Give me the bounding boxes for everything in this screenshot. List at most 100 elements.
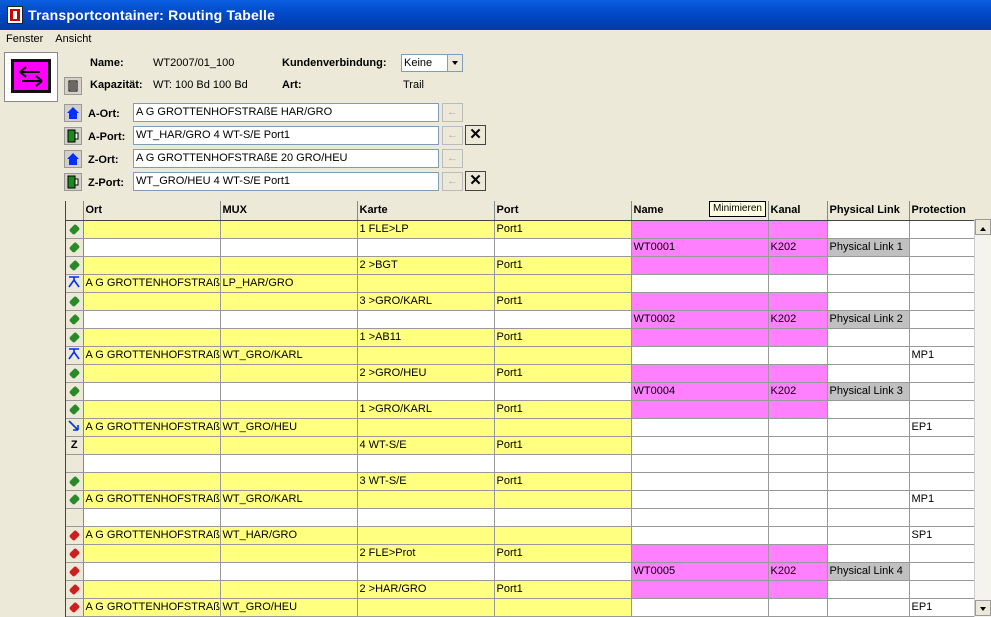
cell-mux[interactable] <box>220 220 358 239</box>
row-type-icon-cell[interactable] <box>66 508 84 527</box>
cell-mux[interactable] <box>220 400 358 419</box>
row-type-icon-cell[interactable] <box>66 256 84 275</box>
table-row[interactable]: A G GROTTENHOFSTRAß WT_GRO/HEU EP1 <box>66 418 974 437</box>
cell-mux[interactable]: WT_GRO/HEU <box>220 418 358 437</box>
cell-ort[interactable]: A G GROTTENHOFSTRAß <box>83 598 221 617</box>
cell-port[interactable]: Port1 <box>494 544 632 563</box>
cell-physical-link[interactable] <box>827 292 910 311</box>
cell-kanal[interactable] <box>768 256 828 275</box>
cell-physical-link[interactable] <box>827 274 910 293</box>
cell-name[interactable] <box>631 274 769 293</box>
cell-karte[interactable]: 1 FLE>LP <box>357 220 495 239</box>
table-row[interactable]: 2 >HAR/GRO Port1 <box>66 580 974 599</box>
cell-physical-link[interactable]: Physical Link 2 <box>827 310 910 329</box>
a-port-delete-button[interactable]: ✕ <box>465 125 486 145</box>
cell-kanal[interactable] <box>768 418 828 437</box>
cell-kanal[interactable] <box>768 220 828 239</box>
row-type-icon-cell[interactable]: Z <box>66 436 84 455</box>
cell-karte[interactable] <box>357 418 495 437</box>
chevron-down-icon[interactable] <box>447 55 462 71</box>
cell-mux[interactable] <box>220 328 358 347</box>
cell-karte[interactable] <box>357 508 495 527</box>
scroll-up-button[interactable] <box>975 219 991 235</box>
cell-ort[interactable] <box>83 238 221 257</box>
cell-kanal[interactable] <box>768 598 828 617</box>
cell-ort[interactable] <box>83 310 221 329</box>
z-port-delete-button[interactable]: ✕ <box>465 171 486 191</box>
table-row[interactable]: 2 >BGT Port1 <box>66 256 974 275</box>
cell-name[interactable] <box>631 346 769 365</box>
cell-physical-link[interactable]: Physical Link 1 <box>827 238 910 257</box>
cell-ort[interactable] <box>83 292 221 311</box>
cell-kanal[interactable] <box>768 346 828 365</box>
cell-mux[interactable] <box>220 508 358 527</box>
cell-port[interactable]: Port1 <box>494 256 632 275</box>
cell-physical-link[interactable] <box>827 400 910 419</box>
cell-protection[interactable] <box>909 544 974 563</box>
z-ort-arrow-button[interactable]: ← <box>442 149 463 168</box>
cell-ort[interactable] <box>83 400 221 419</box>
cell-karte[interactable]: 1 >GRO/KARL <box>357 400 495 419</box>
cell-physical-link[interactable] <box>827 454 910 473</box>
cell-protection[interactable] <box>909 256 974 275</box>
cell-port[interactable] <box>494 562 632 581</box>
table-row[interactable]: A G GROTTENHOFSTRAß LP_HAR/GRO <box>66 274 974 293</box>
z-ort-field[interactable]: A G GROTTENHOFSTRAßE 20 GRO/HEU <box>133 149 439 168</box>
cell-protection[interactable] <box>909 580 974 599</box>
cell-kanal[interactable] <box>768 292 828 311</box>
table-row[interactable]: A G GROTTENHOFSTRAß WT_GRO/KARL MP1 <box>66 346 974 365</box>
cell-kanal[interactable] <box>768 364 828 383</box>
column-header-port[interactable]: Port <box>494 201 632 221</box>
row-type-icon-cell[interactable] <box>66 328 84 347</box>
cell-physical-link[interactable] <box>827 364 910 383</box>
cell-karte[interactable]: 4 WT-S/E <box>357 436 495 455</box>
cell-physical-link[interactable] <box>827 328 910 347</box>
scroll-down-button[interactable] <box>975 600 991 616</box>
cell-ort[interactable]: A G GROTTENHOFSTRAß <box>83 274 221 293</box>
table-row[interactable]: WT0005 K202 Physical Link 4 <box>66 562 974 581</box>
cell-name[interactable]: WT0005 <box>631 562 769 581</box>
cell-name[interactable]: WT0001 <box>631 238 769 257</box>
cell-mux[interactable] <box>220 544 358 563</box>
a-port-arrow-button[interactable]: ← <box>442 126 463 145</box>
cell-name[interactable] <box>631 526 769 545</box>
cell-mux[interactable] <box>220 580 358 599</box>
cell-physical-link[interactable] <box>827 436 910 455</box>
row-type-icon-cell[interactable] <box>66 490 84 509</box>
a-ort-field[interactable]: A G GROTTENHOFSTRAßE HAR/GRO <box>133 103 439 122</box>
cell-port[interactable] <box>494 418 632 437</box>
cell-name[interactable]: WT0002 <box>631 310 769 329</box>
cell-karte[interactable]: 2 FLE>Prot <box>357 544 495 563</box>
cell-name[interactable] <box>631 454 769 473</box>
cell-protection[interactable] <box>909 454 974 473</box>
cell-port[interactable] <box>494 382 632 401</box>
cell-name[interactable] <box>631 508 769 527</box>
cell-protection[interactable]: EP1 <box>909 598 974 617</box>
cell-port[interactable] <box>494 454 632 473</box>
cell-kanal[interactable]: K202 <box>768 382 828 401</box>
row-type-icon-cell[interactable] <box>66 526 84 545</box>
cell-mux[interactable] <box>220 436 358 455</box>
cell-kanal[interactable] <box>768 472 828 491</box>
cell-ort[interactable] <box>83 256 221 275</box>
cell-karte[interactable]: 2 >HAR/GRO <box>357 580 495 599</box>
cell-ort[interactable] <box>83 544 221 563</box>
row-type-icon-cell[interactable] <box>66 400 84 419</box>
cell-kanal[interactable] <box>768 544 828 563</box>
cell-ort[interactable] <box>83 472 221 491</box>
cell-karte[interactable] <box>357 238 495 257</box>
row-type-icon-cell[interactable] <box>66 310 84 329</box>
cell-protection[interactable] <box>909 562 974 581</box>
cell-physical-link[interactable] <box>827 256 910 275</box>
cell-protection[interactable]: EP1 <box>909 418 974 437</box>
table-row[interactable]: WT0002 K202 Physical Link 2 <box>66 310 974 329</box>
cell-protection[interactable] <box>909 292 974 311</box>
cell-kanal[interactable]: K202 <box>768 238 828 257</box>
cell-name[interactable] <box>631 418 769 437</box>
cell-name[interactable] <box>631 292 769 311</box>
row-type-icon-cell[interactable] <box>66 346 84 365</box>
cell-protection[interactable] <box>909 436 974 455</box>
cell-mux[interactable] <box>220 472 358 491</box>
cell-name[interactable]: WT0004 <box>631 382 769 401</box>
cell-karte[interactable] <box>357 598 495 617</box>
